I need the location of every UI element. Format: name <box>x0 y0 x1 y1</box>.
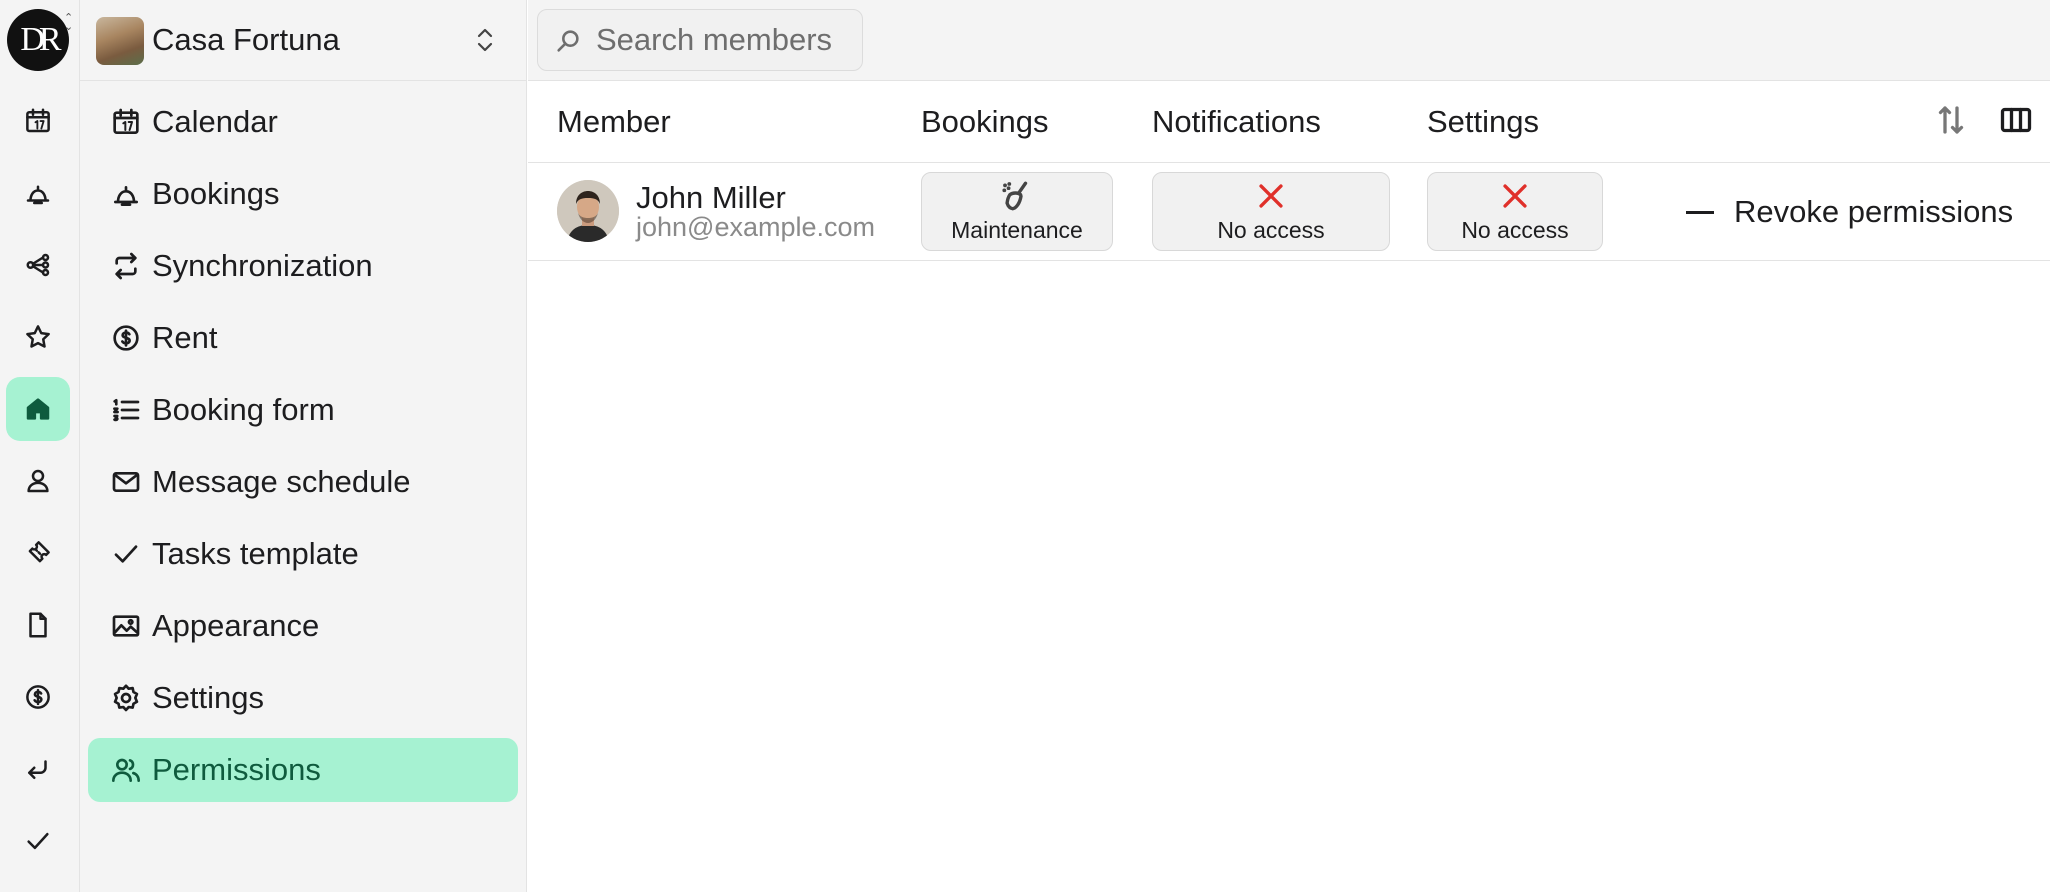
sidebar-item-appearance[interactable]: Appearance <box>88 594 518 658</box>
member-name: John Miller <box>636 180 786 215</box>
rail-file-icon[interactable] <box>6 593 70 657</box>
broom-icon <box>1000 179 1034 213</box>
sync-icon <box>110 250 142 282</box>
rail-dollar-icon[interactable] <box>6 665 70 729</box>
permission-label: Maintenance <box>951 217 1083 243</box>
column-notifications[interactable]: Notifications <box>1152 104 1321 140</box>
sidebar-item-label: Settings <box>152 680 265 715</box>
x-icon <box>1254 179 1288 213</box>
search-icon <box>557 30 579 52</box>
revoke-permissions-label: Revoke permissions <box>1734 194 2014 229</box>
sidebar-item-label: Tasks template <box>152 536 359 571</box>
check-icon <box>110 538 142 570</box>
sidebar-item-label: Message schedule <box>152 464 411 499</box>
sidebar-item-permissions[interactable]: Permissions <box>88 738 518 802</box>
bell-icon <box>110 178 142 210</box>
minus-icon <box>1686 210 1714 214</box>
sidebar-item-rent[interactable]: Rent <box>88 306 518 370</box>
mail-icon <box>110 466 142 498</box>
revoke-permissions-button[interactable]: Revoke permissions <box>1686 190 2013 234</box>
search-box[interactable] <box>537 9 863 71</box>
app-root: DR ⌃ ⌄ Casa Fortuna Calendar Bookings Sy… <box>0 0 2050 892</box>
notifications-permission-select[interactable]: No access <box>1152 172 1390 251</box>
rail-bell-icon[interactable] <box>6 161 70 225</box>
chevron-up-down-icon[interactable] <box>472 24 498 56</box>
permission-label: No access <box>1217 217 1325 243</box>
rail-return-icon[interactable] <box>6 737 70 801</box>
icon-rail: DR ⌃ ⌄ <box>0 0 80 892</box>
toolbar <box>528 0 2050 81</box>
gear-icon <box>110 682 142 714</box>
list-icon <box>110 394 142 426</box>
brand-switch-icon[interactable]: ⌃ ⌄ <box>64 13 73 33</box>
sidebar-item-tasks-template[interactable]: Tasks template <box>88 522 518 586</box>
sidebar-item-label: Rent <box>152 320 218 355</box>
sidebar-item-label: Calendar <box>152 104 278 139</box>
permissions-panel: Member Bookings Notifications Settings <box>528 0 2050 892</box>
workspace-switcher[interactable]: Casa Fortuna <box>80 0 527 81</box>
settings-sidebar: Casa Fortuna Calendar Bookings Synchroni… <box>80 0 527 892</box>
column-member[interactable]: Member <box>557 104 671 140</box>
rail-home-icon[interactable] <box>6 377 70 441</box>
table-row[interactable]: John Miller john@example.com Maintenance… <box>528 164 2050 261</box>
x-icon <box>1498 179 1532 213</box>
column-settings[interactable]: Settings <box>1427 104 1539 140</box>
sidebar-item-message-schedule[interactable]: Message schedule <box>88 450 518 514</box>
sidebar-item-settings[interactable]: Settings <box>88 666 518 730</box>
sidebar-item-bookings[interactable]: Bookings <box>88 162 518 226</box>
rail-channels-icon[interactable] <box>6 233 70 297</box>
calendar-icon <box>110 106 142 138</box>
sidebar-item-calendar[interactable]: Calendar <box>88 90 518 154</box>
member-email: john@example.com <box>636 212 876 242</box>
rail-star-icon[interactable] <box>6 305 70 369</box>
workspace-name: Casa Fortuna <box>152 22 340 57</box>
settings-permission-select[interactable]: No access <box>1427 172 1603 251</box>
search-input[interactable] <box>596 10 858 70</box>
image-icon <box>110 610 142 642</box>
sidebar-item-label: Permissions <box>152 752 321 787</box>
columns-icon[interactable] <box>1998 102 2038 142</box>
users-icon <box>110 754 142 786</box>
permission-label: No access <box>1461 217 1569 243</box>
brand-logo[interactable]: DR <box>7 9 69 71</box>
rail-calendar-icon[interactable] <box>6 89 70 153</box>
bookings-permission-select[interactable]: Maintenance <box>921 172 1113 251</box>
sidebar-item-booking-form[interactable]: Booking form <box>88 378 518 442</box>
sidebar-item-label: Booking form <box>152 392 335 427</box>
rail-ticket-icon[interactable] <box>6 521 70 585</box>
sort-icon[interactable] <box>1933 102 1973 142</box>
column-bookings[interactable]: Bookings <box>921 104 1049 140</box>
avatar <box>557 180 619 242</box>
table-header: Member Bookings Notifications Settings <box>528 82 2050 163</box>
sidebar-item-synchronization[interactable]: Synchronization <box>88 234 518 298</box>
sidebar-item-label: Synchronization <box>152 248 373 283</box>
dollar-icon <box>110 322 142 354</box>
rail-user-icon[interactable] <box>6 449 70 513</box>
rail-check-icon[interactable] <box>6 809 70 873</box>
sidebar-item-label: Bookings <box>152 176 280 211</box>
workspace-thumbnail <box>96 17 144 65</box>
sidebar-item-label: Appearance <box>152 608 320 643</box>
